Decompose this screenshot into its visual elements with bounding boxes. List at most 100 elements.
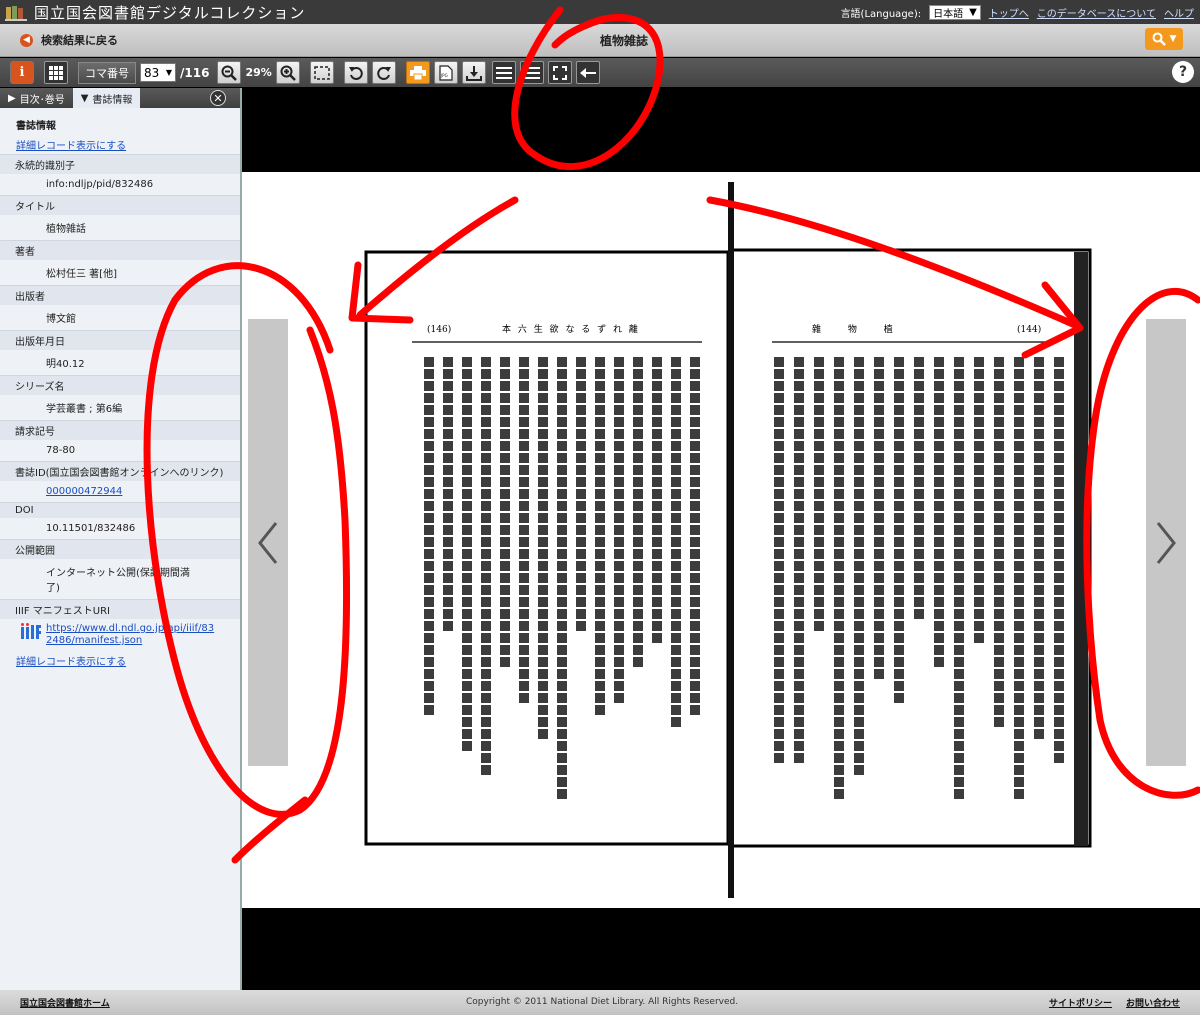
back-to-results-button[interactable]: ◀ 検索結果に戻る	[0, 32, 118, 48]
text-glyph	[595, 501, 605, 511]
text-glyph	[794, 693, 804, 703]
page-viewer[interactable]: (146) 本 六 生 欲 な る ず れ 離 (144) 雜 物 植	[242, 88, 1200, 990]
text-glyph	[1014, 777, 1024, 787]
text-glyph	[500, 429, 510, 439]
top-link[interactable]: トップへ	[989, 5, 1029, 20]
text-glyph	[914, 537, 924, 547]
download-button[interactable]	[461, 61, 486, 84]
zoom-out-button[interactable]	[217, 61, 242, 84]
detail-record-link[interactable]: 詳細レコード表示にする	[0, 135, 240, 154]
prev-page-button[interactable]	[248, 319, 288, 766]
back-label: 検索結果に戻る	[41, 34, 118, 47]
text-glyph	[914, 501, 924, 511]
text-glyph	[774, 465, 784, 475]
ndl-books-logo-icon	[0, 0, 34, 24]
text-glyph	[652, 381, 662, 391]
text-glyph	[1054, 657, 1064, 667]
text-glyph	[538, 681, 548, 691]
text-glyph	[1014, 789, 1024, 799]
thumbnail-grid-button[interactable]	[44, 61, 68, 84]
text-glyph	[424, 609, 434, 619]
book-scan-image: (146) 本 六 生 欲 な る ず れ 離 (144) 雜 物 植	[242, 172, 1200, 908]
text-glyph	[557, 489, 567, 499]
frame-number-select[interactable]: 83 ▼	[140, 63, 176, 82]
text-glyph	[934, 381, 944, 391]
help-button[interactable]: ?	[1172, 61, 1194, 83]
text-glyph	[462, 381, 472, 391]
site-policy-link[interactable]: サイトポリシー	[1049, 996, 1112, 1009]
ndl-home-link[interactable]: 国立国会図書館ホーム	[20, 996, 110, 1009]
text-glyph	[557, 381, 567, 391]
zoom-in-button[interactable]	[275, 61, 300, 84]
text-glyph	[914, 513, 924, 523]
text-glyph	[519, 621, 529, 631]
text-glyph	[974, 621, 984, 631]
text-glyph	[538, 561, 548, 571]
text-glyph	[538, 705, 548, 715]
page-direction-button[interactable]	[575, 61, 600, 84]
text-glyph	[774, 357, 784, 367]
text-glyph	[1054, 513, 1064, 523]
search-button[interactable]: ▼	[1145, 28, 1183, 50]
text-glyph	[934, 465, 944, 475]
print-button[interactable]	[405, 61, 430, 84]
text-glyph	[1054, 405, 1064, 415]
text-glyph	[690, 381, 700, 391]
about-database-link[interactable]: このデータベースについて	[1037, 5, 1156, 20]
iiif-manifest-link[interactable]: https://www.dl.ndl.go.jp/api/iiif/832486…	[46, 623, 220, 647]
text-glyph	[576, 537, 586, 547]
help-link[interactable]: ヘルプ	[1164, 5, 1194, 20]
text-glyph	[814, 573, 824, 583]
jpeg-download-button[interactable]: JPG	[433, 61, 458, 84]
fullscreen-button[interactable]	[547, 61, 572, 84]
rotate-right-icon	[377, 66, 391, 80]
text-glyph	[690, 597, 700, 607]
text-glyph	[652, 549, 662, 559]
text-glyph	[557, 561, 567, 571]
language-select[interactable]: 日本語 ▼	[929, 4, 981, 20]
close-sidebar-button[interactable]: ✕	[210, 90, 226, 106]
text-glyph	[834, 621, 844, 631]
text-glyph	[834, 369, 844, 379]
site-header-bar: 国立国会図書館デジタルコレクション 言語(Language): 日本語 ▼ トッ…	[0, 0, 1200, 24]
list-view-button[interactable]	[491, 61, 516, 84]
text-glyph	[443, 621, 453, 631]
text-glyph	[774, 729, 784, 739]
info-icon: i	[19, 65, 25, 80]
fit-page-button[interactable]	[309, 61, 334, 84]
detail-record-link-bottom[interactable]: 詳細レコード表示にする	[0, 651, 240, 670]
text-glyph	[854, 669, 864, 679]
right-page-number: (144)	[1017, 324, 1041, 335]
rotate-left-button[interactable]	[343, 61, 368, 84]
site-title[interactable]: 国立国会図書館デジタルコレクション	[34, 2, 305, 23]
text-glyph	[595, 561, 605, 571]
text-glyph	[595, 441, 605, 451]
text-glyph	[1054, 441, 1064, 451]
text-glyph	[794, 537, 804, 547]
bib-id-link[interactable]: 000000472944	[46, 486, 122, 497]
text-glyph	[934, 501, 944, 511]
text-glyph	[614, 465, 624, 475]
text-glyph	[894, 585, 904, 595]
text-glyph	[874, 381, 884, 391]
text-glyph	[994, 717, 1004, 727]
text-glyph	[1034, 729, 1044, 739]
text-glyph	[557, 477, 567, 487]
tab-bibliography[interactable]: ▼ 書誌情報	[72, 88, 141, 108]
info-button[interactable]: i	[10, 61, 34, 84]
text-glyph	[954, 501, 964, 511]
contact-link[interactable]: お問い合わせ	[1126, 996, 1180, 1009]
next-page-button[interactable]	[1146, 319, 1186, 766]
text-glyph	[481, 597, 491, 607]
list-view-button-2[interactable]	[519, 61, 544, 84]
text-glyph	[774, 405, 784, 415]
text-glyph	[1014, 561, 1024, 571]
rotate-right-button[interactable]	[371, 61, 396, 84]
text-glyph	[443, 489, 453, 499]
tab-toc[interactable]: ▶ 目次･巻号	[0, 88, 73, 108]
fullscreen-icon	[552, 65, 567, 80]
text-glyph	[974, 501, 984, 511]
text-glyph	[576, 597, 586, 607]
text-glyph	[690, 669, 700, 679]
text-glyph	[934, 621, 944, 631]
